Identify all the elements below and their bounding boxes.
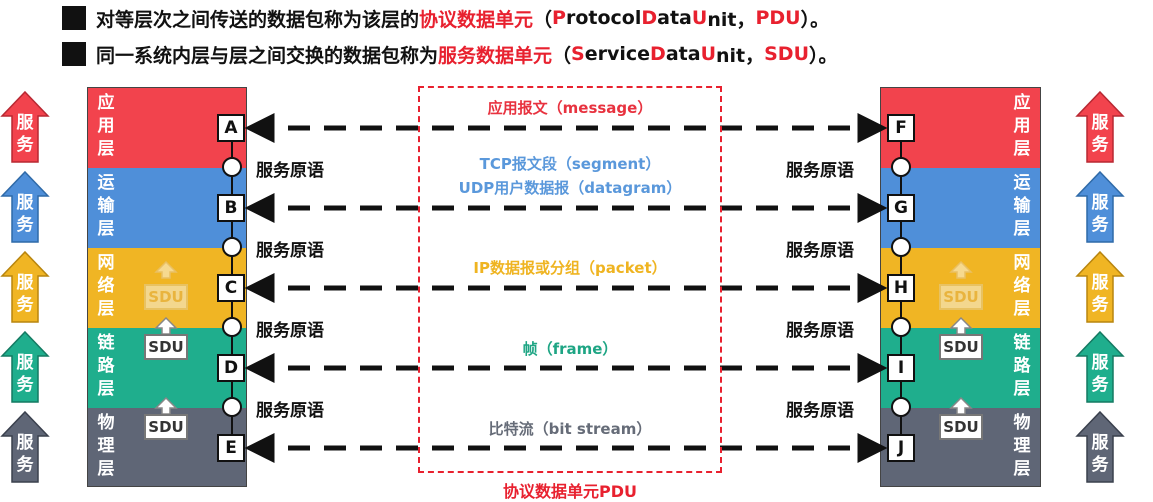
- left-service-label-network: 服务: [16, 273, 34, 315]
- pdu-caption: 协议数据单元PDU: [502, 482, 637, 501]
- sdu-box-right-physical: SDU: [939, 414, 983, 440]
- sdu-box-left-network: SDU: [144, 284, 188, 310]
- sdu-up-arrow-icon: [949, 316, 973, 335]
- right-service-label-application: 服务: [1091, 113, 1109, 155]
- right-service-label-link: 服务: [1091, 353, 1109, 395]
- right-service-label-network: 服务: [1091, 273, 1109, 315]
- pdu-dashed-box: [418, 86, 722, 473]
- left-service-label-transport: 服务: [16, 193, 34, 235]
- right-service-label-physical: 服务: [1091, 433, 1109, 475]
- sdu-box-right-link: SDU: [939, 334, 983, 360]
- left-service-label-application: 服务: [16, 113, 34, 155]
- sdu-up-arrow-icon: [949, 396, 973, 415]
- sdu-up-arrow-icon: [154, 260, 178, 279]
- sdu-up-arrow-icon: [154, 316, 178, 335]
- pdu-label-transport-tcp: TCP报文段（segment）: [420, 153, 720, 174]
- pdu-label-application: 应用报文（message）: [420, 97, 720, 118]
- sdu-up-arrow-icon: [154, 396, 178, 415]
- left-service-label-physical: 服务: [16, 433, 34, 475]
- pdu-label-network: IP数据报或分组（packet）: [420, 257, 720, 278]
- left-service-label-link: 服务: [16, 353, 34, 395]
- sdu-box-right-network: SDU: [939, 284, 983, 310]
- right-service-label-transport: 服务: [1091, 193, 1109, 235]
- pdu-label-transport-udp: UDP用户数据报（datagram）: [420, 177, 720, 198]
- sdu-box-left-physical: SDU: [144, 414, 188, 440]
- pdu-label-physical: 比特流（bit stream）: [420, 418, 720, 439]
- pdu-label-link: 帧（frame）: [420, 338, 720, 359]
- sdu-up-arrow-icon: [949, 260, 973, 279]
- sdu-box-left-link: SDU: [144, 334, 188, 360]
